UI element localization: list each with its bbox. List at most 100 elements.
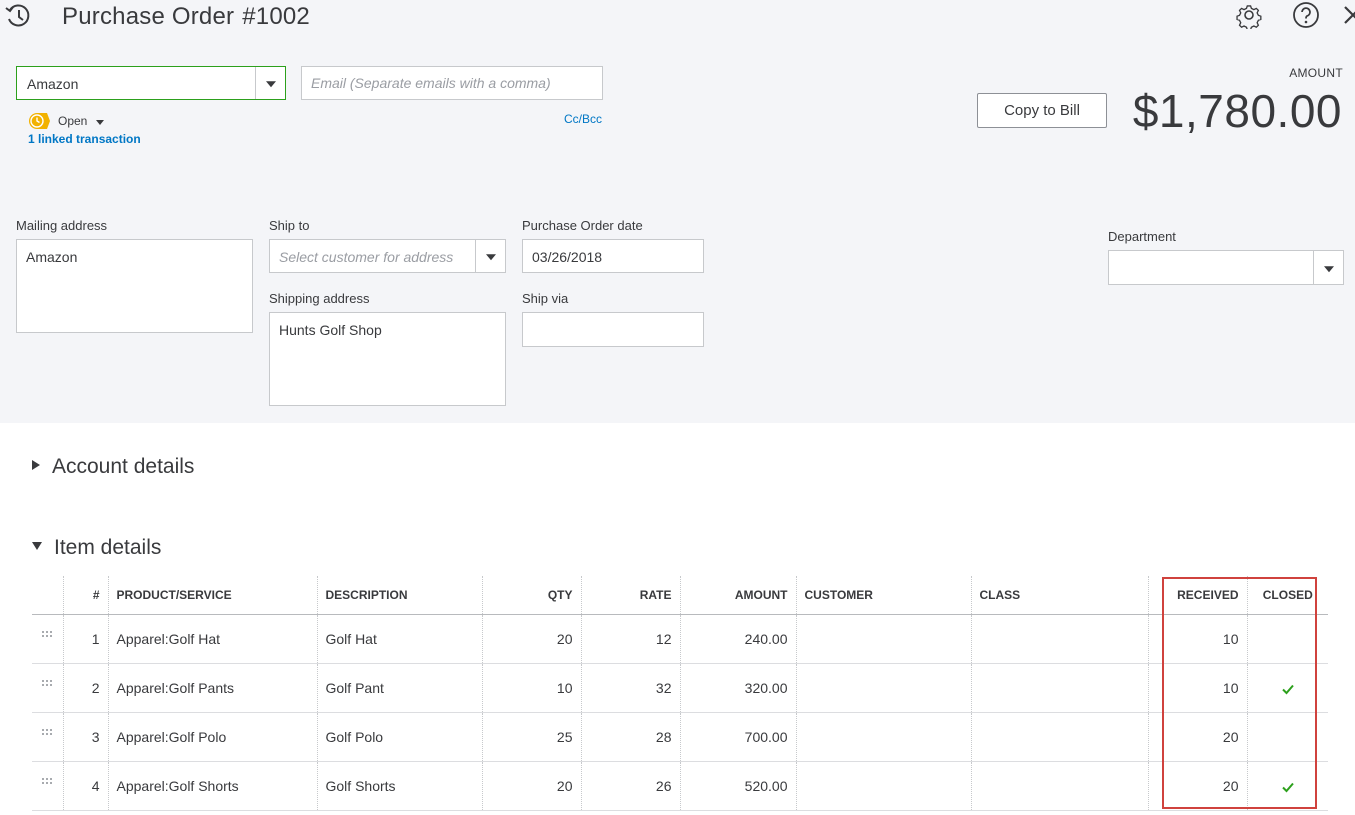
col-amount: AMOUNT	[680, 576, 797, 615]
row-drag-cell[interactable]	[32, 663, 64, 713]
cell-customer[interactable]	[796, 663, 972, 713]
check-icon	[1282, 782, 1294, 792]
col-received: RECEIVED	[1148, 576, 1248, 615]
amount-label: AMOUNT	[1289, 66, 1343, 80]
po-date-input[interactable]: 03/26/2018	[522, 239, 704, 273]
email-input[interactable]	[301, 66, 603, 100]
vendor-select[interactable]: Amazon	[16, 66, 286, 100]
ship-to-select[interactable]: Select customer for address	[269, 239, 506, 273]
col-number: #	[63, 576, 109, 615]
po-date-value: 03/26/2018	[532, 249, 603, 265]
cell-amount[interactable]: 520.00	[680, 761, 797, 811]
row-drag-cell[interactable]	[32, 712, 64, 762]
shipping-address-field[interactable]: Hunts Golf Shop	[269, 312, 506, 406]
vendor-dropdown-toggle[interactable]	[255, 67, 285, 99]
title-text: Purchase Order	[62, 3, 235, 30]
cell-number: 1	[63, 614, 109, 664]
check-icon	[1282, 684, 1294, 694]
item-details-heading: Item details	[54, 536, 162, 559]
cell-description[interactable]: Golf Polo	[317, 712, 483, 762]
cell-class[interactable]	[971, 761, 1149, 811]
cell-description[interactable]: Golf Pant	[317, 663, 483, 713]
col-qty: QTY	[482, 576, 582, 615]
ship-to-placeholder: Select customer for address	[279, 249, 454, 265]
ship-to-dropdown-toggle[interactable]	[475, 240, 505, 272]
cell-qty[interactable]: 20	[482, 614, 582, 664]
cell-qty[interactable]: 10	[482, 663, 582, 713]
mailing-address-label: Mailing address	[16, 218, 108, 233]
cell-rate[interactable]: 26	[581, 761, 681, 811]
cell-received: 10	[1148, 614, 1248, 664]
amount-value: $1,780.00	[1132, 85, 1342, 137]
close-icon[interactable]	[1343, 4, 1355, 26]
col-customer: CUSTOMER	[796, 576, 972, 615]
cell-rate[interactable]: 32	[581, 663, 681, 713]
cell-received: 20	[1148, 712, 1248, 762]
account-details-toggle[interactable]: Account details	[32, 455, 194, 479]
department-dropdown-toggle[interactable]	[1313, 251, 1343, 284]
shipping-address-value: Hunts Golf Shop	[279, 322, 382, 338]
ship-via-input[interactable]	[522, 312, 704, 347]
cell-class[interactable]	[971, 663, 1149, 713]
linked-transaction-link[interactable]: 1 linked transaction	[28, 132, 141, 146]
cell-rate[interactable]: 12	[581, 614, 681, 664]
cc-bcc-link[interactable]: Cc/Bcc	[564, 112, 602, 126]
drag-handle-icon[interactable]	[41, 630, 53, 638]
col-class: CLASS	[971, 576, 1149, 615]
col-drag	[32, 576, 64, 615]
chevron-down-icon	[265, 81, 276, 88]
department-label: Department	[1108, 229, 1176, 244]
cell-description[interactable]: Golf Shorts	[317, 761, 483, 811]
item-details-toggle[interactable]: Item details	[32, 536, 161, 560]
cell-rate[interactable]: 28	[581, 712, 681, 762]
cell-amount[interactable]: 320.00	[680, 663, 797, 713]
cell-qty[interactable]: 25	[482, 712, 582, 762]
po-number: #1002	[242, 3, 310, 30]
row-drag-cell[interactable]	[32, 761, 64, 811]
table-row[interactable]: 3 Apparel:Golf Polo Golf Polo 25 28 700.00 20	[32, 712, 1328, 762]
col-rate: RATE	[581, 576, 681, 615]
col-product: PRODUCT/SERVICE	[108, 576, 318, 615]
drag-handle-icon[interactable]	[41, 728, 53, 736]
account-details-heading: Account details	[52, 455, 195, 478]
cell-amount[interactable]: 240.00	[680, 614, 797, 664]
row-drag-cell[interactable]	[32, 614, 64, 664]
table-row[interactable]: 2 Apparel:Golf Pants Golf Pant 10 32 320.00 10	[32, 663, 1328, 713]
table-row[interactable]: 4 Apparel:Golf Shorts Golf Shorts 20 26 520.0…	[32, 761, 1328, 811]
history-icon[interactable]	[4, 2, 32, 30]
cell-closed[interactable]	[1247, 663, 1328, 713]
cell-closed[interactable]	[1247, 712, 1328, 762]
cell-number: 3	[63, 712, 109, 762]
cell-number: 4	[63, 761, 109, 811]
col-description: DESCRIPTION	[317, 576, 483, 615]
cell-customer[interactable]	[796, 614, 972, 664]
shipping-address-label: Shipping address	[269, 291, 370, 306]
cell-amount[interactable]: 700.00	[680, 712, 797, 762]
cell-product[interactable]: Apparel:Golf Pants	[108, 663, 318, 713]
help-icon[interactable]	[1292, 1, 1320, 29]
ship-via-label: Ship via	[522, 291, 569, 306]
cell-class[interactable]	[971, 614, 1149, 664]
cell-customer[interactable]	[796, 761, 972, 811]
drag-handle-icon[interactable]	[41, 777, 53, 785]
department-select[interactable]	[1108, 250, 1344, 285]
form-header-panel	[0, 0, 1355, 423]
cell-class[interactable]	[971, 712, 1149, 762]
cell-product[interactable]: Apparel:Golf Polo	[108, 712, 318, 762]
po-date-label: Purchase Order date	[522, 218, 643, 233]
cell-qty[interactable]: 20	[482, 761, 582, 811]
table-row[interactable]: 1 Apparel:Golf Hat Golf Hat 20 12 240.00 10	[32, 614, 1328, 664]
mailing-address-field[interactable]: Amazon	[16, 239, 253, 333]
copy-to-bill-button[interactable]: Copy to Bill	[977, 93, 1107, 128]
cell-description[interactable]: Golf Hat	[317, 614, 483, 664]
cell-product[interactable]: Apparel:Golf Hat	[108, 614, 318, 664]
cell-closed[interactable]	[1247, 614, 1328, 664]
gear-icon[interactable]	[1235, 1, 1263, 29]
mailing-address-value: Amazon	[26, 249, 78, 265]
expand-arrow-icon	[32, 460, 40, 471]
cell-product[interactable]: Apparel:Golf Shorts	[108, 761, 318, 811]
cell-customer[interactable]	[796, 712, 972, 762]
chevron-down-icon	[1323, 265, 1334, 272]
cell-closed[interactable]	[1247, 761, 1328, 811]
drag-handle-icon[interactable]	[41, 679, 53, 687]
